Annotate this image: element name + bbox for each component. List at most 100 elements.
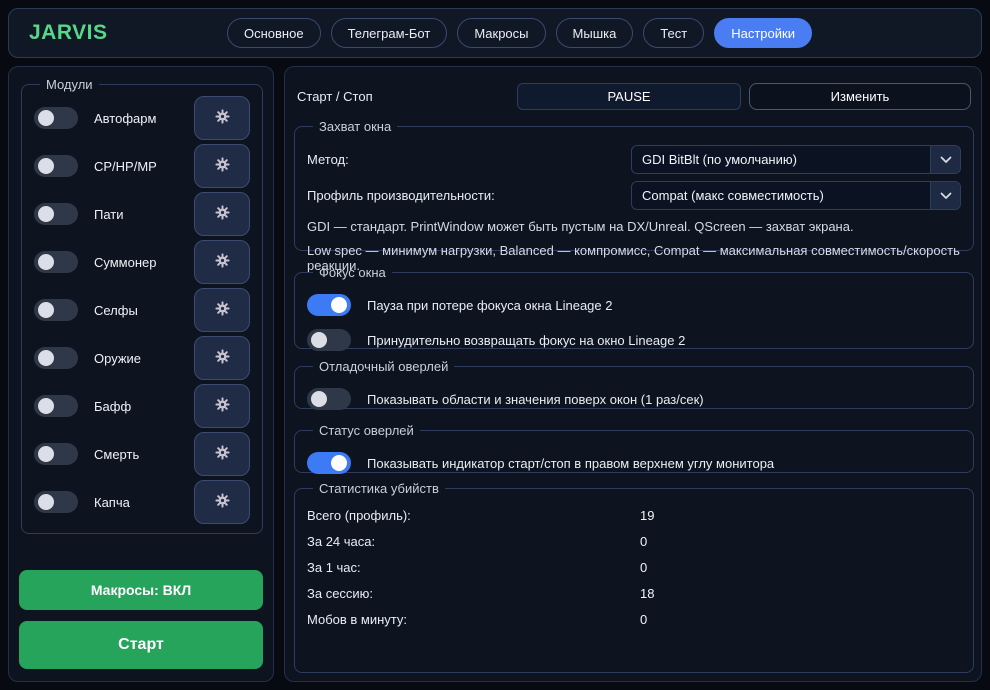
toggle-knob (38, 158, 54, 174)
capture-method-value: GDI BitBlt (по умолчанию) (632, 152, 930, 167)
gear-icon (214, 204, 231, 224)
toggle-knob (38, 350, 54, 366)
module-label: Оружие (94, 351, 194, 366)
module-settings-button[interactable] (194, 96, 250, 140)
edit-hotkey-button[interactable]: Изменить (749, 83, 971, 110)
capture-profile-select[interactable]: Compat (макс совместимость) (631, 181, 961, 210)
capture-method-select[interactable]: GDI BitBlt (по умолчанию) (631, 145, 961, 174)
toggle-knob (38, 110, 54, 126)
capture-group: Захват окна Метод: GDI BitBlt (по умолча… (294, 119, 974, 251)
debug-overlay-legend: Отладочный оверлей (313, 359, 454, 374)
modules-group: Модули Автофарм СР/НР/МР (21, 77, 263, 534)
module-toggle[interactable] (34, 107, 78, 129)
module-toggle[interactable] (34, 299, 78, 321)
debug-overlay-row: Показывать области и значения поверх око… (307, 387, 961, 411)
debug-overlay-toggle[interactable] (307, 388, 351, 410)
app-header: JARVIS Основное Телеграм-Бот Макросы Мыш… (8, 8, 982, 58)
tab-main[interactable]: Основное (227, 18, 321, 48)
capture-profile-row: Профиль производительности: Compat (макс… (307, 181, 961, 210)
stat-label: За 24 часа: (307, 534, 640, 549)
focus-legend: Фокус окна (313, 265, 392, 280)
pause-hotkey-button[interactable]: PAUSE (517, 83, 741, 110)
module-settings-button[interactable] (194, 432, 250, 476)
toggle-knob (311, 391, 327, 407)
module-settings-button[interactable] (194, 192, 250, 236)
stat-value: 0 (640, 612, 647, 627)
toggle-knob (311, 332, 327, 348)
module-settings-button[interactable] (194, 384, 250, 428)
stat-label: Мобов в минуту: (307, 612, 640, 627)
capture-hint-1: GDI — стандарт. PrintWindow может быть п… (307, 219, 961, 234)
stat-label: За сессию: (307, 586, 640, 601)
module-toggle[interactable] (34, 395, 78, 417)
module-row: Капча (34, 478, 250, 526)
status-overlay-toggle[interactable] (307, 452, 351, 474)
tab-macros[interactable]: Макросы (457, 18, 545, 48)
module-settings-button[interactable] (194, 288, 250, 332)
module-row: Автофарм (34, 94, 250, 142)
stat-value: 0 (640, 534, 647, 549)
module-toggle[interactable] (34, 203, 78, 225)
focus-pause-toggle[interactable] (307, 294, 351, 316)
chevron-down-icon (930, 182, 960, 209)
module-settings-button[interactable] (194, 240, 250, 284)
debug-overlay-group: Отладочный оверлей Показывать области и … (294, 359, 974, 409)
module-row: Пати (34, 190, 250, 238)
tab-mouse[interactable]: Мышка (556, 18, 634, 48)
settings-panel: Старт / Стоп PAUSE Изменить Захват окна … (284, 66, 982, 682)
capture-profile-label: Профиль производительности: (307, 188, 495, 203)
module-toggle[interactable] (34, 443, 78, 465)
stat-value: 19 (640, 508, 654, 523)
modules-legend: Модули (40, 77, 99, 92)
toggle-knob (38, 254, 54, 270)
module-toggle[interactable] (34, 251, 78, 273)
module-row: Оружие (34, 334, 250, 382)
capture-profile-value: Compat (макс совместимость) (632, 188, 930, 203)
module-toggle[interactable] (34, 491, 78, 513)
module-settings-button[interactable] (194, 480, 250, 524)
module-row: Суммонер (34, 238, 250, 286)
stat-row: Мобов в минуту: 0 (307, 606, 961, 632)
focus-force-toggle[interactable] (307, 329, 351, 351)
stat-row: За 1 час: 0 (307, 554, 961, 580)
tab-test[interactable]: Тест (643, 18, 704, 48)
module-settings-button[interactable] (194, 144, 250, 188)
module-row: Бафф (34, 382, 250, 430)
module-toggle[interactable] (34, 155, 78, 177)
toggle-knob (38, 494, 54, 510)
modules-sidebar: Модули Автофарм СР/НР/МР (8, 66, 274, 682)
module-label: Бафф (94, 399, 194, 414)
status-overlay-group: Статус оверлей Показывать индикатор стар… (294, 423, 974, 473)
toggle-knob (331, 455, 347, 471)
module-row: Смерть (34, 430, 250, 478)
chevron-down-icon (930, 146, 960, 173)
module-label: Капча (94, 495, 194, 510)
stat-row: За сессию: 18 (307, 580, 961, 606)
kill-stats-legend: Статистика убийств (313, 481, 445, 496)
module-settings-button[interactable] (194, 336, 250, 380)
stat-value: 0 (640, 560, 647, 575)
focus-pause-label: Пауза при потере фокуса окна Lineage 2 (367, 298, 612, 313)
start-stop-label: Старт / Стоп (297, 89, 517, 104)
start-button[interactable]: Старт (19, 621, 263, 669)
module-label: Пати (94, 207, 194, 222)
nav-tabs: Основное Телеграм-Бот Макросы Мышка Тест… (227, 18, 812, 48)
tab-telegram-bot[interactable]: Телеграм-Бот (331, 18, 448, 48)
gear-icon (214, 300, 231, 320)
module-label: Селфы (94, 303, 194, 318)
focus-group: Фокус окна Пауза при потере фокуса окна … (294, 265, 974, 349)
tab-settings[interactable]: Настройки (714, 18, 812, 48)
stat-value: 18 (640, 586, 654, 601)
gear-icon (214, 444, 231, 464)
status-overlay-row: Показывать индикатор старт/стоп в правом… (307, 451, 961, 475)
debug-overlay-label: Показывать области и значения поверх око… (367, 392, 704, 407)
module-toggle[interactable] (34, 347, 78, 369)
stat-label: За 1 час: (307, 560, 640, 575)
toggle-knob (38, 398, 54, 414)
module-label: Смерть (94, 447, 194, 462)
status-overlay-label: Показывать индикатор старт/стоп в правом… (367, 456, 774, 471)
module-row: Селфы (34, 286, 250, 334)
start-stop-row: Старт / Стоп PAUSE Изменить (297, 83, 971, 110)
module-label: Автофарм (94, 111, 194, 126)
macros-state-button[interactable]: Макросы: ВКЛ (19, 570, 263, 610)
